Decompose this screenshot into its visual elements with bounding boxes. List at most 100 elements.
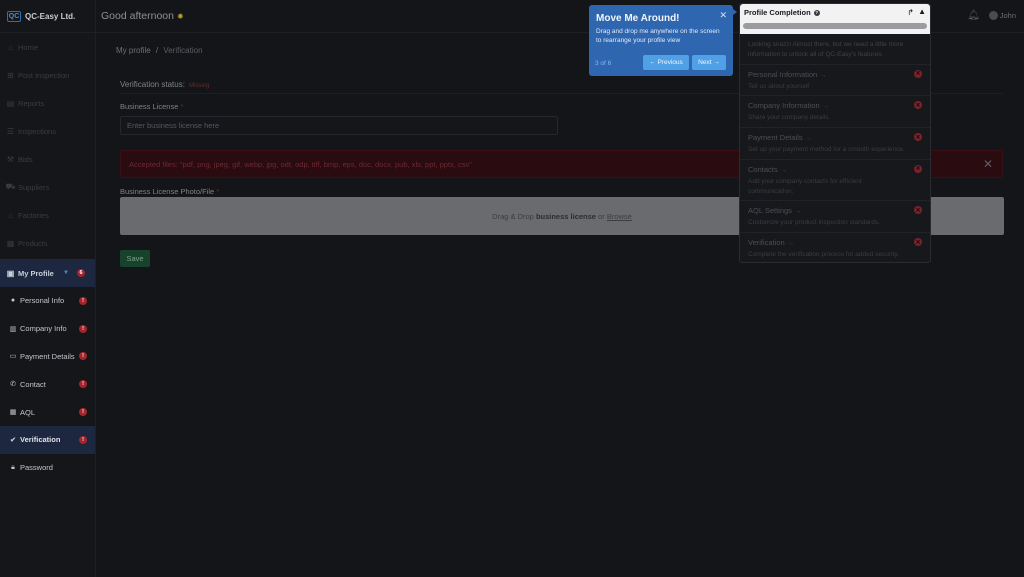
suppliers-icon: ⛟ <box>5 182 16 191</box>
bids-icon: ⚒ <box>6 154 15 164</box>
sidebar-item-label: Password <box>20 463 53 473</box>
redo-icon[interactable]: ↱ <box>907 8 914 17</box>
sidebar-item-password[interactable]: 🔒︎ Password <box>0 454 95 482</box>
tour-next-button[interactable]: Next → <box>692 55 726 70</box>
arrow-right-icon: → <box>786 238 795 247</box>
completion-item-personal[interactable]: Personal Information → Tell us about you… <box>740 65 930 97</box>
sidebar-item-products[interactable]: ▦ Products <box>0 229 95 257</box>
completion-item-aql[interactable]: AQL Settings → Customize your product in… <box>740 201 930 233</box>
tour-previous-button[interactable]: ← Previous <box>643 55 689 70</box>
completion-item-title-text: Verification <box>748 238 785 247</box>
user-name: John <box>999 11 1016 20</box>
business-license-photo-label-text: Business License Photo/File <box>120 187 215 196</box>
arrow-right-icon: → <box>794 206 802 216</box>
inspections-icon: ☰ <box>6 126 15 136</box>
profile-completion-title-text: Profile Completion <box>744 8 811 17</box>
bell-icon[interactable]: 🔔︎ <box>967 10 980 21</box>
dropzone-prefix: Drag & Drop <box>492 211 534 221</box>
products-icon: ▦ <box>6 238 15 248</box>
completion-item-title: Contacts → <box>748 165 922 174</box>
profile-completion-header: Profile Completion ? ↱ ▲ <box>740 4 930 34</box>
collapse-icon[interactable]: ▲ <box>918 7 926 16</box>
warning-badge: ! <box>79 296 87 305</box>
completion-item-payment[interactable]: Payment Details → Set up your payment me… <box>740 128 930 160</box>
warning-badge: ! <box>79 324 87 333</box>
completion-item-desc: Tell us about yourself <box>748 82 810 90</box>
business-license-photo-label: Business License Photo/File * <box>120 187 219 196</box>
completion-item-title-text: Payment Details <box>748 133 803 142</box>
sidebar-item-suppliers[interactable]: ⛟ Suppliers <box>0 173 95 201</box>
sidebar-item-personal-info[interactable]: ● Personal Info! <box>0 287 95 315</box>
verification-status-label: Verification status: <box>120 80 185 89</box>
close-icon[interactable]: ✕ <box>719 10 727 21</box>
profile-icon: ▣ <box>6 268 15 278</box>
tour-body: Drag and drop me anywhere on the screen … <box>596 28 720 45</box>
sidebar-item-label: Factories <box>18 210 49 220</box>
business-license-label: Business License * <box>120 102 183 111</box>
close-icon[interactable]: ✕ <box>983 157 993 171</box>
breadcrumb-current: Verification <box>163 46 203 55</box>
completion-item-company[interactable]: Company Information → Share your company… <box>740 96 930 128</box>
sidebar-item-my-profile[interactable]: ▣ My Profile ▼ 6 <box>0 259 95 287</box>
sidebar: QC QC-Easy Ltd. ⌂ Home ⊞ Post Inspection ▤… <box>0 0 96 577</box>
sidebar-item-contact[interactable]: ✆ Contact! <box>0 370 95 398</box>
home-icon: ⌂ <box>8 42 13 52</box>
accepted-files-text: Accepted files: "pdf, png, jpeg, gif, we… <box>129 159 472 169</box>
completion-item-title: Payment Details → <box>748 133 922 142</box>
completion-item-title: Personal Information → <box>748 70 922 79</box>
sidebar-item-verification[interactable]: ✔ Verification! <box>0 425 95 454</box>
completion-item-title-text: Contacts <box>748 164 778 174</box>
sidebar-item-label: Payment Details <box>20 351 75 361</box>
sidebar-item-label: Verification <box>20 435 61 445</box>
sidebar-item-payment-details[interactable]: ▭ Payment Details! <box>0 343 95 371</box>
sidebar-item-bids[interactable]: ⚒ Bids <box>0 145 95 173</box>
progress-bar <box>743 23 927 29</box>
user-menu[interactable]: John <box>988 11 1016 20</box>
lock-icon: 🔒︎ <box>11 463 15 471</box>
incomplete-icon: ✕ <box>914 206 922 215</box>
sidebar-item-inspections[interactable]: ☰ Inspections <box>0 117 95 145</box>
sidebar-nav: ⌂ Home ⊞ Post Inspection ▤ Reports ☰ Inspect… <box>0 33 95 287</box>
sidebar-item-company-info[interactable]: ▥ Company Info! <box>0 315 95 343</box>
sidebar-item-label: Home <box>18 42 39 52</box>
incomplete-icon: ✕ <box>914 101 922 110</box>
sidebar-item-aql[interactable]: ▦ AQL! <box>0 398 95 426</box>
sidebar-item-label: Inspections <box>18 126 56 136</box>
completion-item-contacts[interactable]: Contacts → Add your company contacts for… <box>740 160 930 202</box>
completion-item-desc: Complete the verification process for ad… <box>748 251 899 258</box>
sidebar-item-label: Contact <box>20 379 46 389</box>
completion-item-verification[interactable]: Verification → Complete the verification… <box>740 233 930 264</box>
sidebar-item-label: Reports <box>18 98 45 108</box>
incomplete-icon: ✕ <box>914 69 922 78</box>
sidebar-item-home[interactable]: ⌂ Home <box>0 33 95 61</box>
arrow-right-icon: → <box>779 164 788 174</box>
sidebar-item-label: Company Info <box>20 324 67 334</box>
business-license-input[interactable]: Enter business license here <box>120 116 558 135</box>
brand-name: QC-Easy Ltd. <box>25 11 76 21</box>
sidebar-item-post-inspection[interactable]: ⊞ Post Inspection <box>0 61 95 89</box>
warning-badge: ! <box>79 435 87 444</box>
brand[interactable]: QC QC-Easy Ltd. <box>0 0 95 33</box>
incomplete-icon: ✕ <box>914 238 922 246</box>
tour-popover[interactable]: Move Me Around! ✕ Drag and drop me anywh… <box>589 5 733 76</box>
sidebar-item-reports[interactable]: ▤ Reports <box>0 89 95 117</box>
verification-status: Verification status: Missing <box>120 80 210 89</box>
help-icon[interactable]: ? <box>813 10 820 17</box>
completion-item-title: AQL Settings → <box>748 206 922 215</box>
sidebar-item-label: My Profile <box>18 268 54 278</box>
save-button[interactable]: Save <box>120 250 150 267</box>
completion-item-title-text: Company Information <box>748 101 820 111</box>
phone-icon: ✆ <box>10 381 16 389</box>
brand-logo: QC <box>7 10 21 22</box>
profile-completion-panel[interactable]: Profile Completion ? ↱ ▲ Looking snazzi … <box>739 3 931 263</box>
browse-link[interactable]: Browse <box>607 212 632 221</box>
avatar <box>988 11 998 20</box>
warning-badge: ! <box>79 408 87 417</box>
incomplete-icon: ✕ <box>914 164 922 173</box>
greeting-text: Good afternoon <box>101 10 174 22</box>
reports-icon: ▤ <box>6 98 15 108</box>
breadcrumb-parent[interactable]: My profile <box>116 46 151 55</box>
sidebar-item-label: Post Inspection <box>18 70 70 80</box>
greeting: Good afternoon ✹ <box>101 10 184 22</box>
sidebar-item-factories[interactable]: ⌂ Factories <box>0 201 95 229</box>
